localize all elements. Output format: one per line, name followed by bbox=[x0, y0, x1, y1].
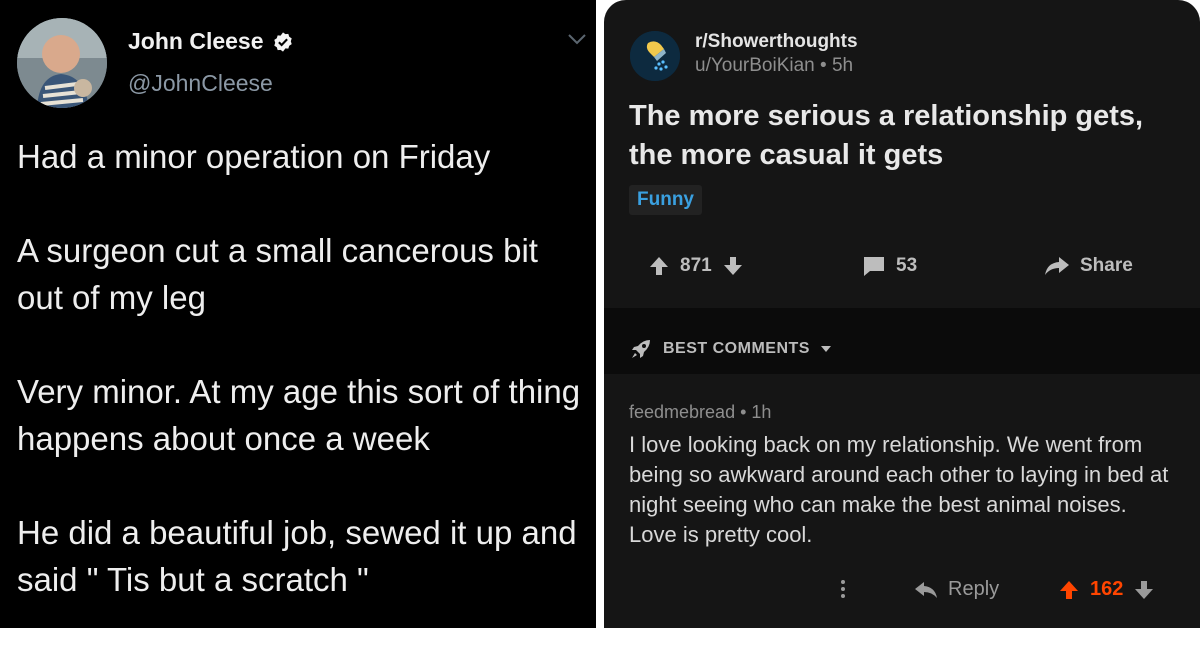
post-flair[interactable]: Funny bbox=[629, 185, 702, 215]
comment-body: I love looking back on my relationship. … bbox=[629, 432, 1169, 547]
upvote-arrow-icon[interactable] bbox=[1058, 579, 1080, 601]
comment-sort-label: BEST COMMENTS bbox=[663, 340, 810, 357]
post-meta: u/YourBoiKian • 5h bbox=[695, 55, 853, 77]
post-age: 5h bbox=[831, 55, 854, 76]
subreddit-icon[interactable] bbox=[630, 31, 680, 81]
comment-bubble-icon bbox=[864, 257, 884, 276]
share-button[interactable]: Share bbox=[1044, 255, 1133, 277]
tweet-paragraph: Had a minor operation on Friday bbox=[17, 138, 491, 175]
downvote-arrow-icon[interactable] bbox=[1133, 579, 1155, 601]
post-author[interactable]: u/YourBoiKian bbox=[695, 55, 815, 76]
downvote-arrow-icon[interactable] bbox=[722, 255, 744, 277]
meta-separator: • bbox=[740, 402, 752, 422]
user-handle[interactable]: @JohnCleese bbox=[128, 70, 273, 97]
reply-label: Reply bbox=[948, 578, 1000, 600]
comment-meta: feedmebread • 1h bbox=[629, 402, 771, 423]
meta-separator: • bbox=[820, 55, 832, 76]
tweet-paragraph: Very minor. At my age this sort of thing… bbox=[17, 373, 581, 457]
rocket-icon bbox=[632, 340, 650, 358]
comment-count: 53 bbox=[896, 255, 918, 276]
post-score: 871 bbox=[680, 255, 712, 276]
tweet-paragraph: He did a beautiful job, sewed it up and … bbox=[17, 514, 577, 598]
reply-arrow-icon bbox=[915, 581, 937, 598]
avatar[interactable] bbox=[17, 18, 107, 108]
tweet-text: Had a minor operation on Friday A surgeo… bbox=[17, 133, 587, 650]
verified-badge-icon bbox=[273, 31, 292, 52]
comment-author[interactable]: feedmebread bbox=[629, 402, 735, 422]
post-title[interactable]: The more serious a relationship gets, th… bbox=[629, 97, 1159, 175]
comment-actions: Reply 162 bbox=[604, 574, 1200, 610]
vote-control: 871 bbox=[648, 255, 744, 277]
comments-button[interactable]: 53 bbox=[862, 255, 917, 277]
share-arrow-icon bbox=[1045, 257, 1069, 275]
reply-button[interactable]: Reply bbox=[914, 578, 999, 601]
display-name[interactable]: John Cleese bbox=[128, 28, 264, 55]
comment-vote-control: 162 bbox=[1058, 578, 1155, 601]
subreddit-name[interactable]: r/Showerthoughts bbox=[695, 31, 858, 53]
comment-age: 1h bbox=[751, 402, 772, 422]
upvote-arrow-icon[interactable] bbox=[648, 255, 670, 277]
tweet-paragraph: A surgeon cut a small cancerous bit out … bbox=[17, 232, 538, 316]
showerhead-icon bbox=[630, 31, 680, 81]
tweet-card: John Cleese @JohnCleese Had a minor oper… bbox=[0, 0, 596, 628]
comment-sort-button[interactable]: BEST COMMENTS bbox=[629, 337, 832, 361]
share-label: Share bbox=[1080, 255, 1133, 276]
caret-down-icon bbox=[820, 346, 831, 352]
reddit-post-card: r/Showerthoughts u/YourBoiKian • 5h The … bbox=[604, 0, 1200, 628]
chevron-down-icon[interactable] bbox=[566, 32, 588, 46]
comment-score: 162 bbox=[1090, 578, 1124, 600]
vertical-dots-icon bbox=[841, 580, 845, 598]
more-options-button[interactable] bbox=[840, 578, 846, 600]
post-actions: 871 53 Share bbox=[604, 250, 1200, 290]
